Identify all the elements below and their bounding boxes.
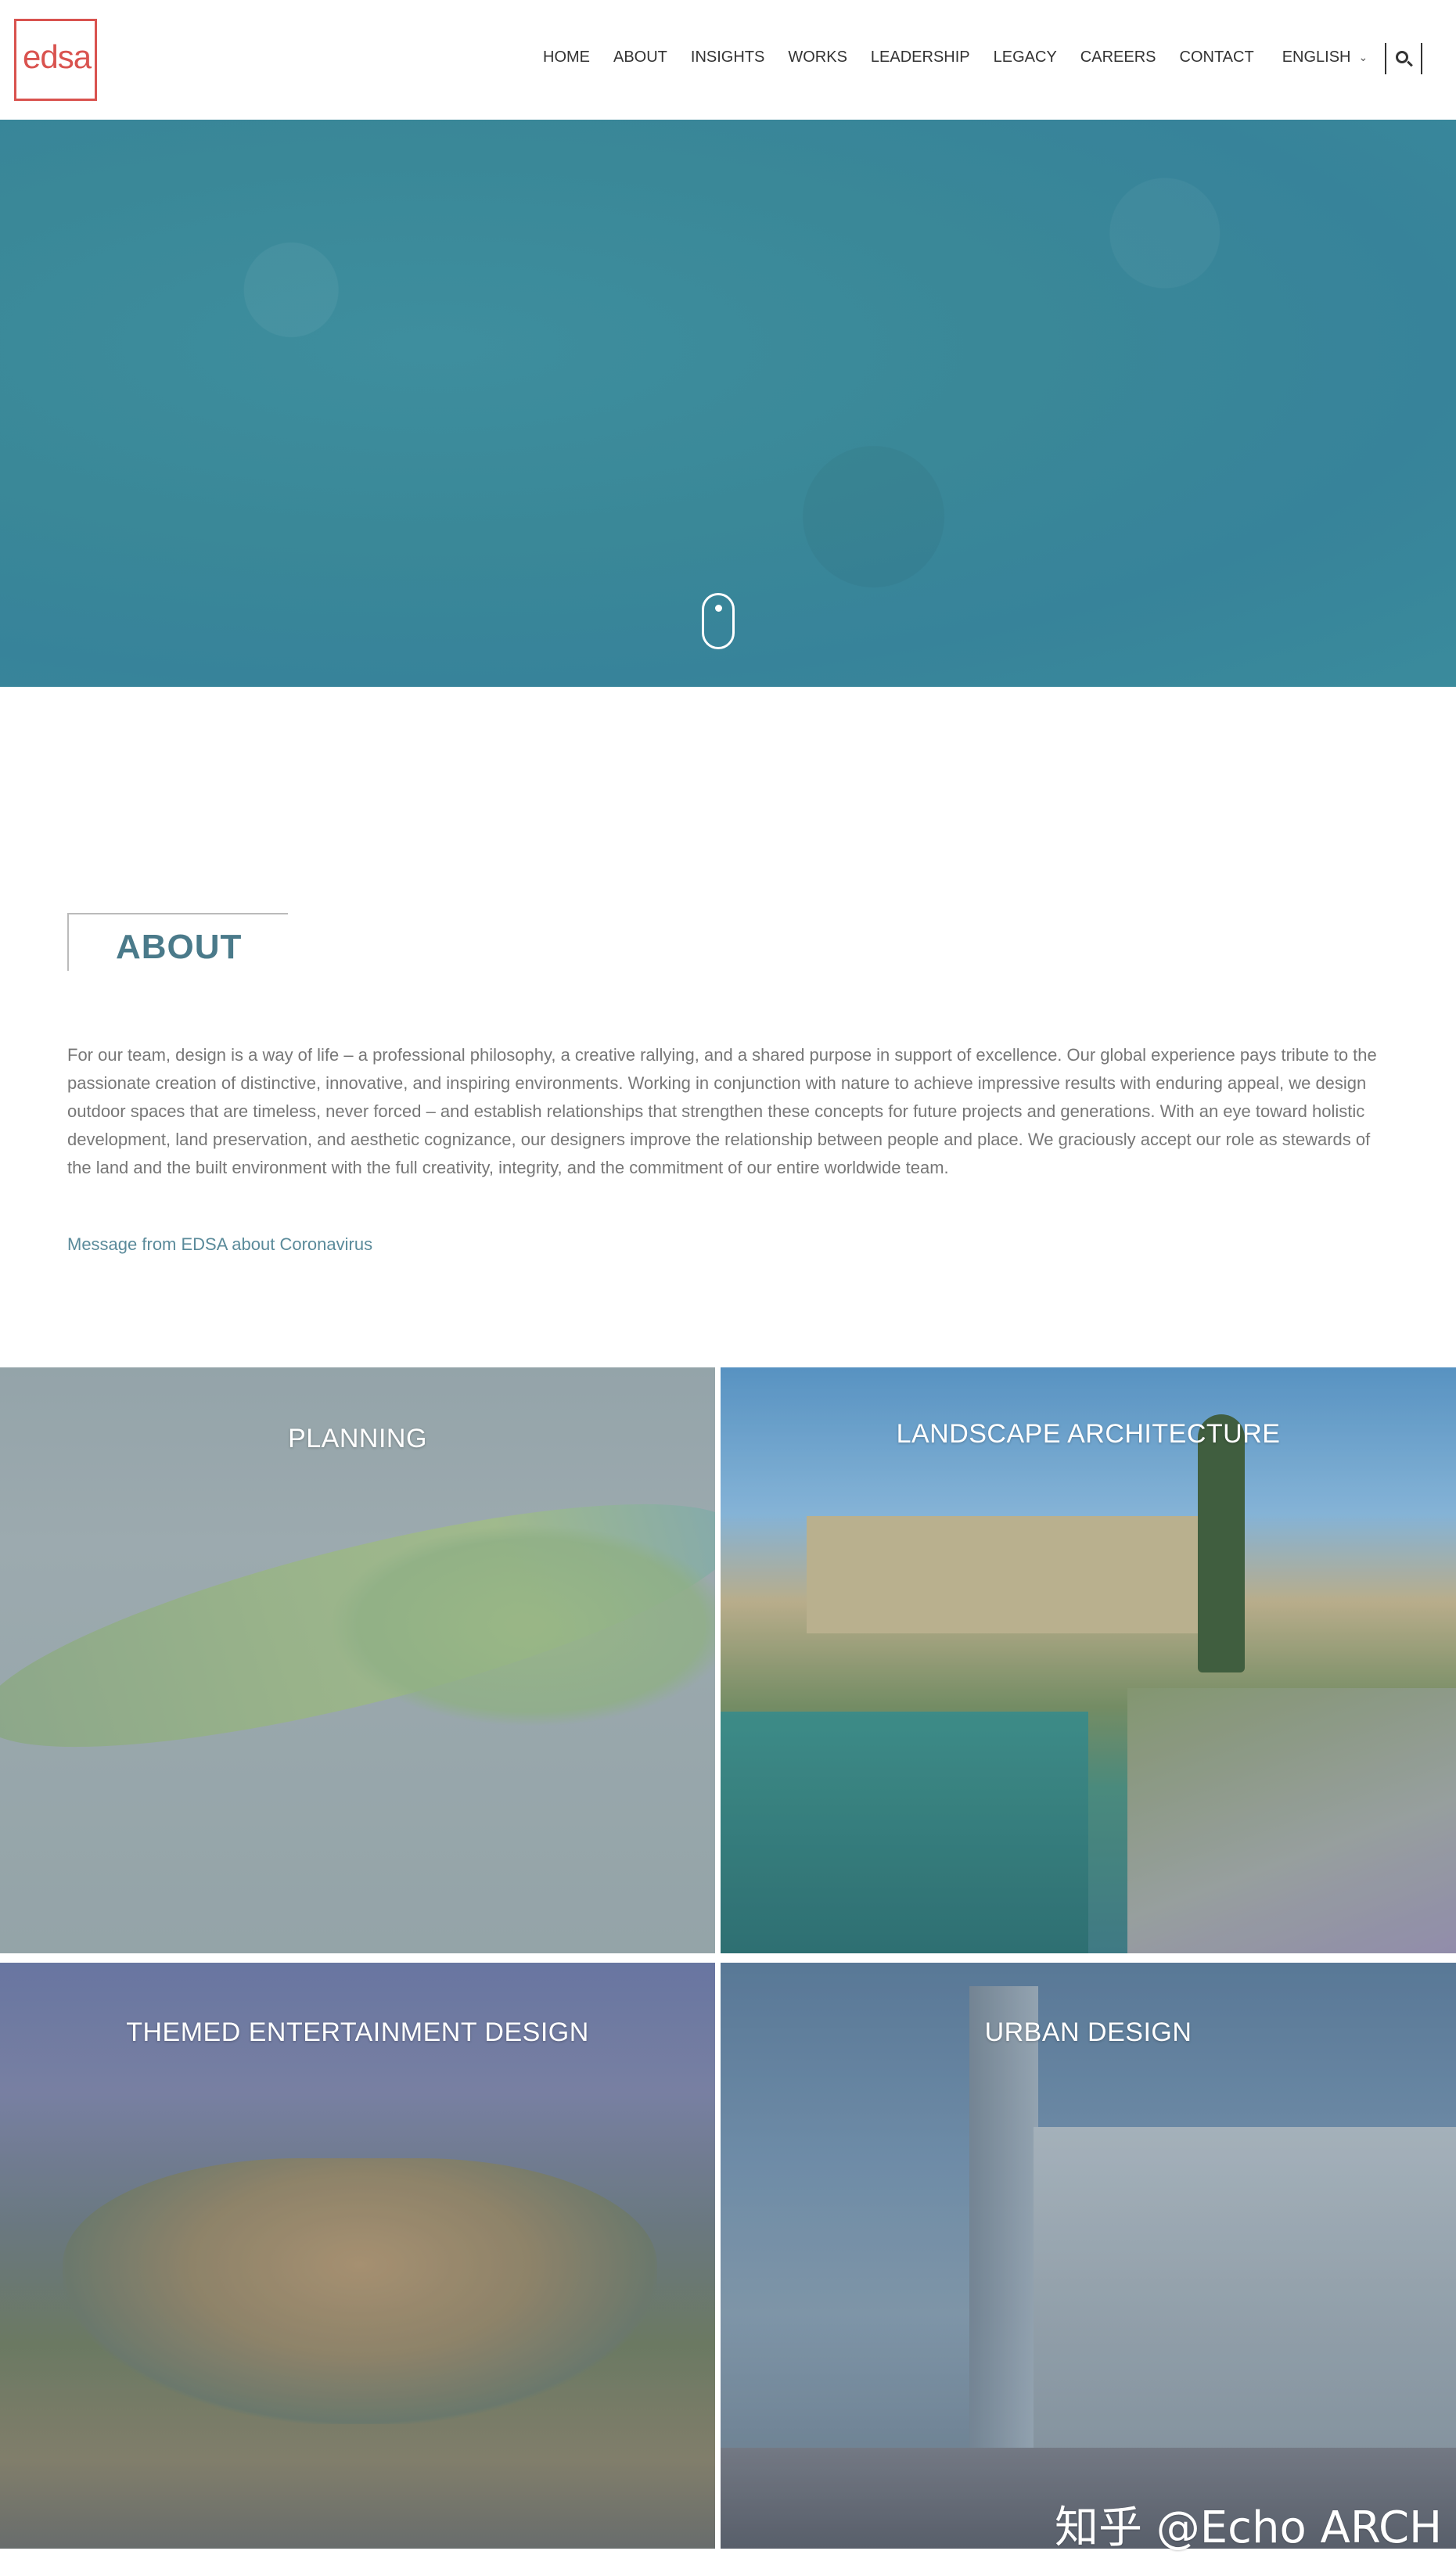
nav-about[interactable]: ABOUT bbox=[613, 49, 667, 66]
search-icon-handle bbox=[1407, 60, 1413, 67]
language-selector[interactable]: ENGLISH ⌄ bbox=[1282, 49, 1368, 66]
tile-landscape-architecture[interactable]: LANDSCAPE ARCHITECTURE bbox=[721, 1367, 1456, 1953]
nav-leadership[interactable]: LEADERSHIP bbox=[871, 49, 970, 66]
nav-home[interactable]: HOME bbox=[543, 49, 590, 66]
scroll-down-mouse-icon[interactable] bbox=[702, 593, 735, 649]
search-button[interactable] bbox=[1385, 43, 1422, 74]
chevron-down-icon: ⌄ bbox=[1358, 51, 1368, 63]
about-body-text: For our team, design is a way of life – … bbox=[67, 1045, 1377, 1177]
language-label: ENGLISH bbox=[1282, 49, 1351, 66]
main-nav: HOME ABOUT INSIGHTS WORKS LEADERSHIP LEG… bbox=[543, 49, 1368, 66]
hero-banner bbox=[0, 120, 1456, 687]
tile-overlay bbox=[721, 1963, 1456, 2549]
tile-overlay bbox=[721, 1367, 1456, 1953]
logo-text: edsa bbox=[23, 38, 92, 75]
mouse-wheel-dot bbox=[715, 605, 722, 612]
nav-insights[interactable]: INSIGHTS bbox=[691, 49, 764, 66]
tile-title-planning: PLANNING bbox=[288, 1424, 427, 1453]
tile-title-landscape-architecture: LANDSCAPE ARCHITECTURE bbox=[896, 1419, 1281, 1449]
tile-title-urban-design: URBAN DESIGN bbox=[984, 2017, 1192, 2047]
tile-overlay bbox=[0, 1367, 715, 1953]
about-heading: ABOUT bbox=[116, 928, 243, 966]
nav-careers[interactable]: CAREERS bbox=[1080, 49, 1156, 66]
site-header: edsa HOME ABOUT INSIGHTS WORKS LEADERSHI… bbox=[0, 0, 1456, 120]
tile-overlay bbox=[0, 1963, 715, 2549]
tile-themed-entertainment-design[interactable]: THEMED ENTERTAINMENT DESIGN bbox=[0, 1963, 715, 2549]
nav-legacy[interactable]: LEGACY bbox=[994, 49, 1057, 66]
watermark-text: 知乎 @Echo ARCH bbox=[1055, 2502, 1443, 2553]
tile-urban-design[interactable]: URBAN DESIGN bbox=[721, 1963, 1456, 2549]
edsa-logo[interactable]: edsa bbox=[14, 19, 97, 101]
tile-planning[interactable]: PLANNING bbox=[0, 1367, 715, 1953]
nav-contact[interactable]: CONTACT bbox=[1180, 49, 1254, 66]
coronavirus-message-link[interactable]: Message from EDSA about Coronavirus bbox=[67, 1234, 372, 1255]
tile-title-themed-entertainment-design: THEMED ENTERTAINMENT DESIGN bbox=[126, 2017, 589, 2047]
nav-works[interactable]: WORKS bbox=[788, 49, 847, 66]
